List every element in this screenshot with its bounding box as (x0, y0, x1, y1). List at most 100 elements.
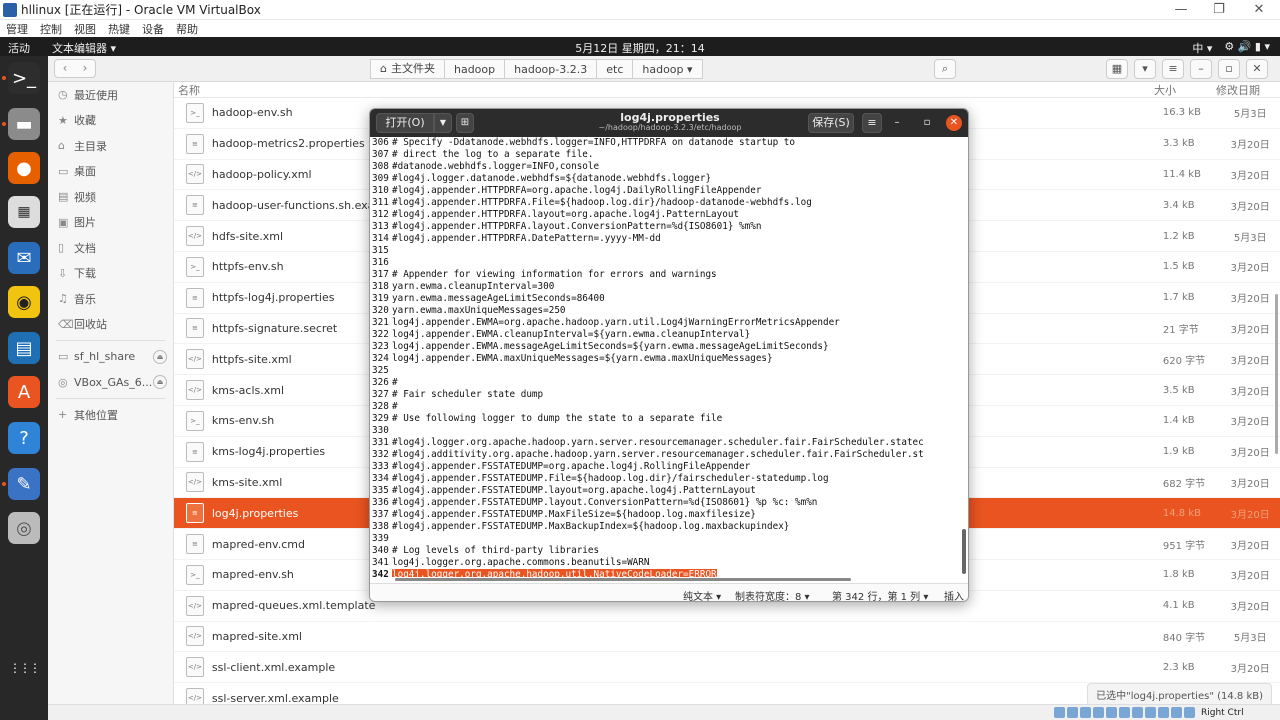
view-grid-icon[interactable]: ▦ (1106, 59, 1128, 79)
line-text: #log4j.logger.org.apache.hadoop.yarn.ser… (392, 437, 924, 448)
line-number: 340 (372, 545, 389, 556)
help-icon[interactable]: ? (8, 422, 40, 454)
minimize-button[interactable]: — (1162, 0, 1200, 20)
save-button[interactable]: 保存(S) (808, 113, 854, 133)
sidebar-item[interactable]: ⇩ 下载 (48, 261, 173, 287)
editor-horizontal-scrollbar[interactable] (395, 578, 851, 581)
restore-button[interactable]: ❐ (1200, 0, 1238, 20)
file-date: 3月20日 (1230, 571, 1270, 583)
sidebar-item[interactable]: ◷ 最近使用 (48, 82, 173, 108)
sidebar-item[interactable]: + 其他位置 (48, 402, 173, 428)
close-icon[interactable]: ✕ (1246, 59, 1268, 79)
code-line: 324 log4j.appender.EWMA.maxUniqueMessages… (370, 353, 962, 365)
hdd-icon[interactable] (1054, 707, 1065, 718)
sidebar-item[interactable]: ▭ 桌面 (48, 159, 173, 185)
line-text: #log4j.appender.FSSTATEDUMP.layout=org.a… (392, 485, 756, 496)
column-size[interactable]: 大小 (1154, 82, 1212, 97)
sidebar-item[interactable]: ★ 收藏 (48, 108, 173, 134)
menu-manage[interactable]: 管理 (6, 21, 28, 37)
keyboard-icon[interactable] (1184, 707, 1195, 718)
menu-control[interactable]: 控制 (40, 21, 62, 37)
sidebar-icon: ⌂ (58, 139, 65, 153)
line-text: # Log levels of third-party libraries (392, 545, 600, 556)
files-icon[interactable]: ▬ (8, 108, 40, 140)
sidebar-item[interactable]: ▣ 图片 (48, 210, 173, 236)
syntax-selector[interactable]: 纯文本 ▾ (683, 588, 721, 601)
system-menu[interactable]: ⚙ 🔊 ▮ ▾ (1224, 40, 1270, 56)
hamburger-menu-icon[interactable]: ≡ (1162, 59, 1184, 79)
file-icon: ≡ (186, 503, 204, 524)
display-icon[interactable] (1132, 707, 1143, 718)
column-name[interactable]: 名称 (174, 82, 1154, 97)
recording-icon[interactable] (1145, 707, 1156, 718)
input-method-menu[interactable]: 中 ▾ (1192, 40, 1212, 56)
clock[interactable]: 5月12日 星期四，21：14 (0, 40, 1280, 56)
menu-view[interactable]: 视图 (74, 21, 96, 37)
menu-hotkey[interactable]: 热键 (108, 21, 130, 37)
search-icon[interactable]: ⌕ (934, 59, 956, 79)
file-list-scrollbar[interactable] (1275, 294, 1278, 454)
shared-folder-icon[interactable] (1119, 707, 1130, 718)
breadcrumb-home[interactable]: ⌂ 主文件夹 (370, 59, 445, 79)
files-sidebar: ◷ 最近使用 ★ 收藏 ⌂ 主目录 ▭ 桌面 ▤ 视频 ▣ 图片 ▯ 文档 ⇩ 下载 ♫ 音乐 ⌫ 回收站 ▭ sf_hl… (48, 82, 174, 720)
sidebar-item[interactable]: ▭ sf_hl_share ⏏ (48, 344, 173, 370)
file-icon: </> (186, 626, 204, 647)
maximize-icon[interactable]: ▫ (919, 115, 935, 131)
writer-icon[interactable]: ▤ (8, 332, 40, 364)
sidebar-item[interactable]: ⌂ 主目录 (48, 133, 173, 159)
tab-width-selector[interactable]: 制表符宽度：8 ▾ (735, 588, 810, 601)
line-text: #log4j.appender.FSSTATEDUMP.MaxBackupInd… (392, 521, 790, 532)
cursor-position[interactable]: 第 342 行，第 1 列 ▾ (832, 588, 928, 601)
sidebar-item[interactable]: ▯ 文档 (48, 235, 173, 261)
terminal-icon[interactable]: >_ (8, 62, 40, 94)
line-number: 342 (372, 569, 389, 577)
minimize-icon[interactable]: – (889, 115, 905, 131)
breadcrumb-hadoop-version[interactable]: hadoop-3.2.3 (504, 59, 598, 79)
hamburger-menu-icon[interactable]: ≡ (862, 113, 882, 133)
optical-icon[interactable] (1067, 707, 1078, 718)
editor-vertical-scrollbar[interactable] (962, 529, 966, 574)
network-icon[interactable] (1093, 707, 1104, 718)
calculator-icon[interactable]: ▦ (8, 196, 40, 228)
code-area[interactable]: 306 # Specify -Ddatanode.webhdfs.logger=I… (370, 137, 962, 577)
menu-devices[interactable]: 设备 (142, 21, 164, 37)
firefox-icon[interactable]: ● (8, 152, 40, 184)
line-number: 337 (372, 509, 389, 520)
sidebar-icon: ★ (58, 113, 68, 127)
menu-help[interactable]: 帮助 (176, 21, 198, 37)
app-grid-icon[interactable]: ⋮⋮⋮ (8, 652, 41, 684)
file-date: 3月20日 (1230, 324, 1270, 336)
audio-icon[interactable] (1080, 707, 1091, 718)
software-icon[interactable]: A (8, 376, 40, 408)
dvd-icon[interactable]: ◎ (8, 512, 40, 544)
sidebar-icon: ♫ (58, 292, 68, 306)
rhythmbox-icon[interactable]: ◉ (8, 286, 40, 318)
sidebar-item[interactable]: ⌫ 回收站 (48, 312, 173, 338)
close-button[interactable]: ✕ (1240, 0, 1278, 20)
close-icon[interactable]: ✕ (946, 115, 962, 131)
breadcrumb-hadoop[interactable]: hadoop (443, 59, 506, 79)
cpu-icon[interactable] (1158, 707, 1169, 718)
mouse-icon[interactable] (1171, 707, 1182, 718)
breadcrumb-current[interactable]: hadoop ▾ (632, 59, 703, 79)
file-row[interactable]: </> ssl-client.xml.example 2.3 kB 3月20日 (174, 652, 1280, 684)
file-row[interactable]: </> mapred-site.xml 840 字节 5月3日 (174, 622, 1280, 653)
column-modified[interactable]: 修改日期 (1212, 82, 1274, 97)
maximize-icon[interactable]: ▫ (1218, 59, 1240, 79)
eject-icon[interactable]: ⏏ (153, 349, 167, 364)
view-options-icon[interactable]: ▾ (1134, 59, 1156, 79)
code-line: 325 (370, 365, 962, 377)
back-icon[interactable]: ‹ (55, 60, 75, 77)
sidebar-item[interactable]: ▤ 视频 (48, 184, 173, 210)
sidebar-item[interactable]: ◎ VBox_GAs_6... ⏏ (48, 370, 173, 396)
line-number: 307 (372, 149, 389, 160)
sidebar-item[interactable]: ♫ 音乐 (48, 286, 173, 312)
eject-icon[interactable]: ⏏ (153, 375, 167, 390)
breadcrumb-etc[interactable]: etc (596, 59, 634, 79)
file-size: 682 字节 (1162, 478, 1206, 490)
forward-icon[interactable]: › (75, 60, 95, 77)
minimize-icon[interactable]: – (1190, 59, 1212, 79)
usb-icon[interactable] (1106, 707, 1117, 718)
thunderbird-icon[interactable]: ✉ (8, 242, 40, 274)
text-editor-icon[interactable]: ✎ (8, 468, 40, 500)
